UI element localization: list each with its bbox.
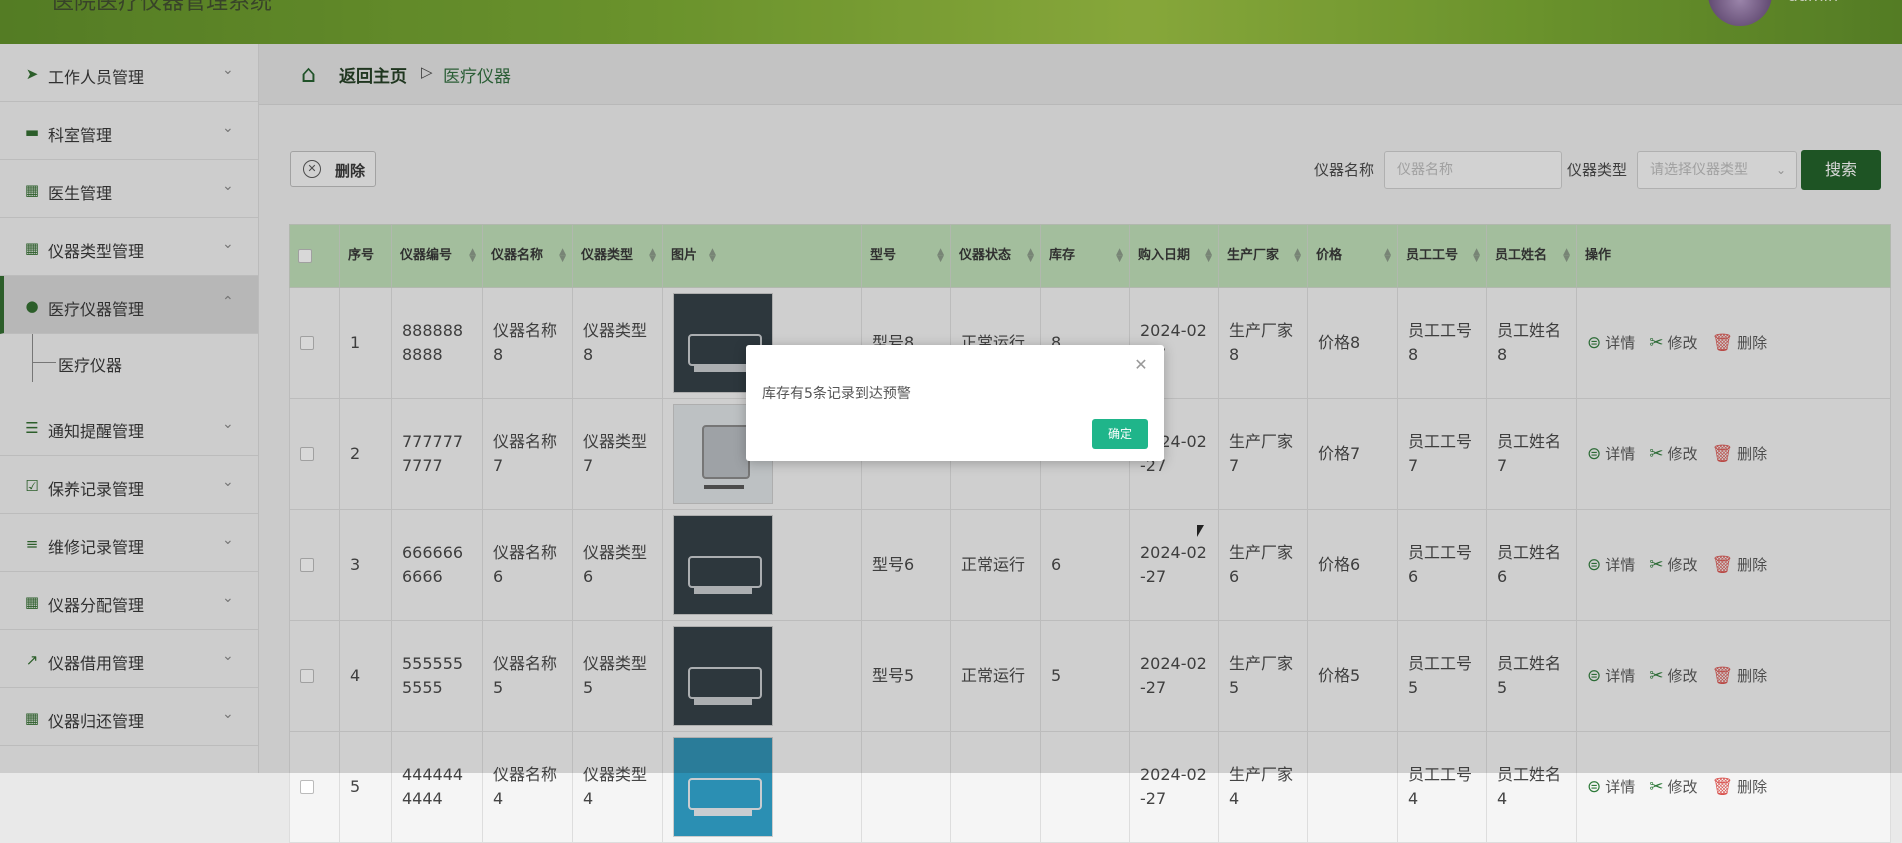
device-shape [688,778,762,810]
wrench-icon: ✂ [1649,776,1664,797]
close-icon[interactable]: ✕ [1133,357,1149,373]
row-checkbox[interactable] [300,780,314,794]
detail-button[interactable]: ⊜ 详情 [1587,775,1635,799]
trash-icon: 🗑 [1711,776,1734,797]
mouse-cursor-icon [1197,525,1204,537]
device-shape [694,810,752,816]
alert-message: 库存有5条记录到达预警 [762,386,911,402]
delete-button[interactable]: 🗑 删除 [1712,775,1768,799]
detail-icon: ⊜ [1587,776,1602,797]
alert-dialog: ✕ 库存有5条记录到达预警 确定 [746,345,1164,461]
edit-button[interactable]: ✂ 修改 [1649,775,1697,799]
confirm-button[interactable]: 确定 [1092,419,1148,449]
